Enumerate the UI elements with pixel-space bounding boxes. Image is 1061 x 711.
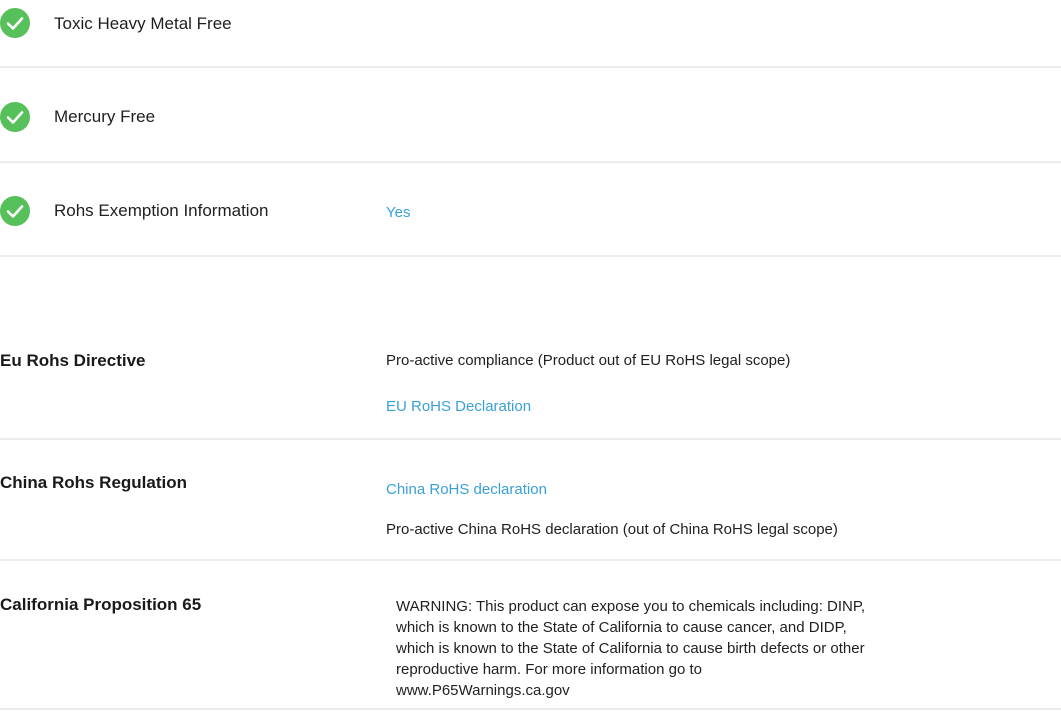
eu-rohs-declaration-link[interactable]: EU RoHS Declaration	[386, 398, 531, 415]
divider	[0, 66, 1061, 68]
check-circle-icon	[0, 102, 30, 132]
check-circle-icon	[0, 196, 30, 226]
divider	[0, 161, 1061, 163]
china-rohs-status: Pro-active China RoHS declaration (out o…	[386, 521, 838, 538]
check-row-mercury-free: Mercury Free	[0, 102, 1061, 132]
check-row-toxic-heavy-metal: Toxic Heavy Metal Free	[0, 8, 1061, 38]
china-rohs-title: China Rohs Regulation	[0, 473, 187, 492]
check-label: Rohs Exemption Information	[54, 201, 269, 220]
prop65-warning-text: WARNING: This product can expose you to …	[396, 598, 866, 699]
eu-rohs-title: Eu Rohs Directive	[0, 351, 146, 370]
divider	[0, 559, 1061, 561]
china-rohs-declaration-link[interactable]: China RoHS declaration	[386, 481, 547, 498]
eu-rohs-status: Pro-active compliance (Product out of EU…	[386, 352, 791, 369]
divider	[0, 708, 1061, 710]
check-row-rohs-exemption: Rohs Exemption Information Yes	[0, 196, 1061, 226]
california-prop65-title: California Proposition 65	[0, 595, 202, 614]
divider	[0, 438, 1061, 440]
check-label: Mercury Free	[54, 107, 156, 126]
check-label: Toxic Heavy Metal Free	[54, 14, 232, 33]
divider	[0, 255, 1061, 257]
check-circle-icon	[0, 8, 30, 38]
rohs-exemption-yes-link[interactable]: Yes	[386, 204, 410, 221]
